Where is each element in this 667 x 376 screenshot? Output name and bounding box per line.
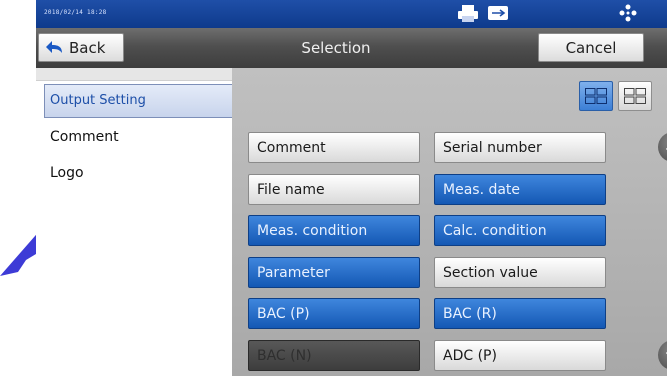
item-button[interactable]: BAC (R) bbox=[434, 298, 606, 329]
sidebar: Output Setting Comment Logo bbox=[36, 68, 232, 376]
item-button[interactable]: Comment bbox=[248, 132, 420, 163]
chevron-up-icon bbox=[665, 147, 667, 150]
back-label: Back bbox=[69, 39, 106, 57]
list-layout-button[interactable] bbox=[618, 81, 652, 111]
sidebar-header-strip bbox=[36, 68, 232, 81]
grid-layout-icon bbox=[585, 88, 607, 104]
item-button[interactable]: Calc. condition bbox=[434, 215, 606, 246]
device-screen: 2018/02/14 18:28 Back Selection Cancel O… bbox=[36, 0, 667, 376]
network-icon bbox=[619, 4, 637, 22]
sidebar-item-output-setting[interactable]: Output Setting bbox=[44, 84, 232, 118]
status-datetime: 2018/02/14 18:28 bbox=[44, 9, 107, 16]
two-column-layout-button[interactable] bbox=[579, 81, 613, 111]
cancel-button[interactable]: Cancel bbox=[538, 33, 644, 62]
status-bar: 2018/02/14 18:28 bbox=[36, 0, 667, 28]
sidebar-item-logo[interactable]: Logo bbox=[36, 158, 232, 192]
item-button[interactable]: BAC (P) bbox=[248, 298, 420, 329]
item-button[interactable]: Serial number bbox=[434, 132, 606, 163]
item-button[interactable]: ADC (P) bbox=[434, 340, 606, 371]
page-title: Selection bbox=[301, 39, 371, 57]
item-button[interactable]: Parameter bbox=[248, 257, 420, 288]
grid-layout-icon bbox=[624, 88, 646, 104]
selection-panel: Comment Serial number File name Meas. date M… bbox=[232, 68, 667, 376]
usb-icon bbox=[488, 6, 508, 20]
sidebar-item-comment[interactable]: Comment bbox=[36, 122, 232, 156]
item-button[interactable]: Meas. date bbox=[434, 174, 606, 205]
chevron-down-icon bbox=[665, 352, 667, 355]
title-bar: Back Selection Cancel bbox=[36, 28, 667, 69]
back-arrow-icon bbox=[46, 41, 62, 53]
item-button[interactable]: Meas. condition bbox=[248, 215, 420, 246]
item-button: BAC (N) bbox=[248, 340, 420, 371]
item-button[interactable]: Section value bbox=[434, 257, 606, 288]
printer-icon bbox=[458, 5, 478, 22]
scroll-up-button[interactable] bbox=[658, 132, 667, 162]
item-button[interactable]: File name bbox=[248, 174, 420, 205]
scroll-down-button[interactable] bbox=[658, 340, 667, 370]
back-button[interactable]: Back bbox=[38, 33, 124, 62]
